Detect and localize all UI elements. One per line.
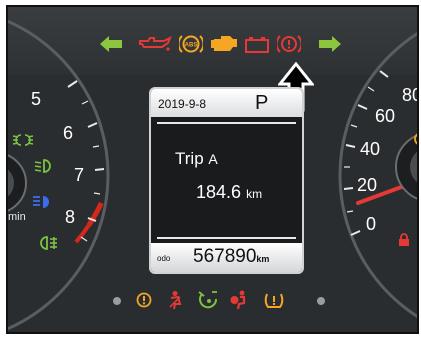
- date-text: 2019-9-8: [158, 97, 207, 111]
- svg-text:ABS: ABS: [185, 43, 198, 49]
- odo-unit: km: [256, 254, 270, 264]
- trip-info-display: 2019-9-8 P Trip A 184.6 km ODO 567890km: [149, 87, 304, 274]
- trip-distance-value: 184.6: [196, 182, 242, 202]
- rear-fog-light-icon: [40, 236, 57, 250]
- speedometer: [338, 32, 417, 318]
- dot-indicator-icon: [113, 297, 121, 305]
- trip-label-text: Trip: [175, 149, 204, 168]
- trip-distance: 184.6 km: [196, 182, 262, 203]
- tach-tick-8: 8: [65, 207, 76, 227]
- trip-id: A: [208, 151, 218, 167]
- date-gear-bar: 2019-9-8 P: [151, 89, 302, 117]
- gear-indicator: P: [255, 92, 269, 114]
- instrument-cluster: ABS 5 6 7 8 min 0 20 40 60 8 2019-9-8 P …: [0, 0, 421, 337]
- odometer-reading: 567890km: [193, 246, 269, 268]
- trip-distance-unit: km: [246, 187, 263, 201]
- odo-label: ODO: [157, 254, 171, 263]
- speed-tick-40: 40: [360, 139, 381, 159]
- odo-value: 567890: [193, 246, 257, 267]
- trip-label: Trip A: [175, 149, 218, 169]
- speed-tick-60: 60: [375, 106, 396, 126]
- tach-tick-6: 6: [63, 123, 74, 143]
- abs-icon: ABS: [179, 35, 203, 53]
- seatbelt-warning-icon: [169, 291, 182, 310]
- speed-tick-20: 20: [357, 175, 378, 195]
- door-lock-warning-icon: [399, 233, 409, 246]
- tach-unit-label: min: [8, 211, 26, 223]
- divider-bottom: [157, 237, 296, 239]
- tach-tick-7: 7: [74, 165, 85, 185]
- speed-tick-0: 0: [366, 214, 377, 234]
- speed-tick-80: 80: [402, 85, 417, 105]
- position-lights-icon: [12, 134, 34, 146]
- airbag-warning-icon: [230, 290, 246, 310]
- odometer-bar: ODO 567890km: [151, 243, 302, 272]
- steering-lock-icon: [198, 291, 218, 309]
- tach-tick-5: 5: [31, 89, 42, 109]
- dashboard-panel: ABS 5 6 7 8 min 0 20 40 60 8 2019-9-8 P …: [6, 5, 419, 334]
- divider-top: [157, 122, 296, 124]
- power-steering-warning-icon: [136, 292, 152, 308]
- battery-icon: [245, 37, 269, 53]
- tire-pressure-icon: [264, 293, 284, 308]
- high-beam-icon: [33, 196, 49, 208]
- check-engine-icon: [211, 36, 237, 51]
- brake-warning-icon: [277, 35, 301, 53]
- low-beam-icon: [34, 159, 51, 173]
- dot-indicator-icon: [317, 297, 325, 305]
